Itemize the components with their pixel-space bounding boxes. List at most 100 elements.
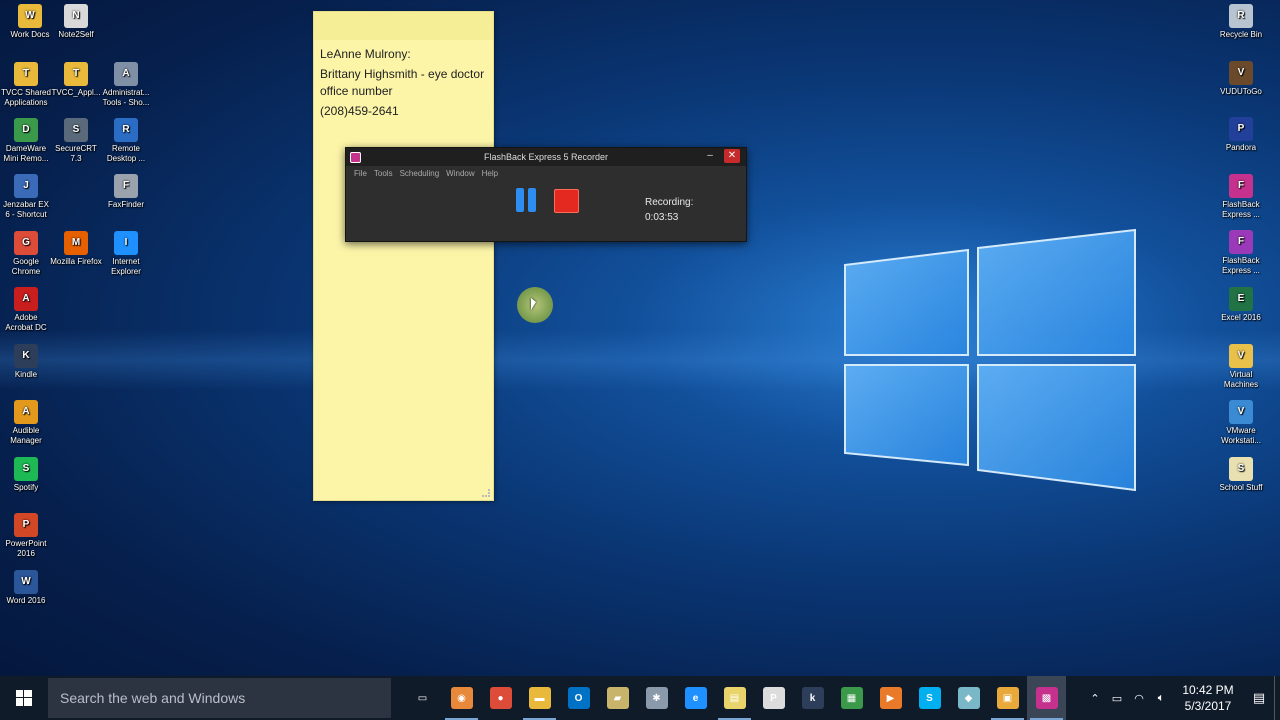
taskbar-app-button[interactable]: ▤ [715,676,754,720]
clock[interactable]: 10:42 PM 5/3/2017 [1172,682,1244,714]
desktop-icon[interactable]: P Pandora [1215,115,1267,153]
desktop-icon[interactable]: T TVCC Shared Applications [0,60,52,108]
folder-shortcut-icon: T [14,62,38,86]
folder-shortcut-icon: T [64,62,88,86]
taskbar-app-button[interactable]: ▣ [988,676,1027,720]
wifi-icon[interactable]: ◠ [1128,692,1150,705]
desktop-icon[interactable]: V VUDUToGo [1215,59,1267,97]
desktop-icon[interactable]: G Google Chrome [0,229,52,277]
desktop-icon-label: VUDUToGo [1220,87,1262,96]
minimize-button[interactable]: – [702,149,718,163]
chrome-icon: G [14,231,38,255]
chrome-taskbar-icon: ● [489,687,512,709]
desktop-icon[interactable]: T TVCC_Appl... [50,60,102,98]
taskbar-app-button[interactable]: ● [481,676,520,720]
menu-scheduling[interactable]: Scheduling [400,169,440,178]
sticky-note-line: (208)459-2641 [320,104,399,118]
desktop-icon[interactable]: A Administrat... Tools - Sho... [100,60,152,108]
taskbar-app-button[interactable]: O [559,676,598,720]
desktop-icon[interactable]: D DameWare Mini Remo... [0,116,52,164]
desktop-icon-label: Internet Explorer [111,257,141,276]
pause-button[interactable] [516,188,538,212]
desktop-icon-label: TVCC_Appl... [51,88,101,97]
desktop-icon[interactable]: A Audible Manager [0,398,52,446]
flashback-player-icon: F [1229,230,1253,254]
desktop-icon[interactable]: F FlashBack Express ... [1215,172,1267,220]
desktop-icon[interactable]: E Excel 2016 [1215,285,1267,323]
menu-tools[interactable]: Tools [374,169,393,178]
volume-icon[interactable]: 🔈︎ [1150,692,1172,705]
close-button[interactable]: ✕ [724,149,740,163]
menu-file[interactable]: File [354,169,367,178]
taskbar-app-button[interactable]: ▭ [403,676,442,720]
taskbar-app-button[interactable]: ▦ [832,676,871,720]
stop-button[interactable] [554,189,579,213]
taskbar-app-button[interactable]: ▩ [1027,676,1066,720]
fax-icon: F [114,174,138,198]
taskbar-app-button[interactable]: ✱ [637,676,676,720]
desktop-icon-label: Kindle [14,370,38,379]
taskbar-app-button[interactable]: P [754,676,793,720]
menu-window[interactable]: Window [446,169,474,178]
pandora-icon: P [1229,117,1253,141]
desktop-icon[interactable]: J Jenzabar EX 6 - Shortcut [0,172,52,220]
desktop-icon[interactable]: I Internet Explorer [100,229,152,277]
desktop-icon-label: Work Docs [10,30,50,39]
desktop-icon-label: Google Chrome [11,257,41,276]
taskbar-app-button[interactable]: ◉ [442,676,481,720]
desktop-icon-label: Audible Manager [10,426,42,445]
desktop-icon[interactable]: S SecureCRT 7.3 [50,116,102,164]
desktop-icon[interactable]: R Recycle Bin [1215,2,1267,40]
desktop-icon[interactable]: P PowerPoint 2016 [0,511,52,559]
windows-logo-wallpaper [844,228,1136,492]
taskbar-app-button[interactable]: e [676,676,715,720]
taskbar-app-button[interactable]: ▰ [598,676,637,720]
scanner-taskbar-icon: ▰ [606,687,629,709]
mouse-pointer-icon [531,298,536,310]
kindle-icon: K [14,344,38,368]
desktop-icon[interactable]: W Work Docs [4,2,56,40]
battery-icon[interactable]: ▭ [1106,692,1128,705]
menu-bar: File Tools Scheduling Window Help [346,166,746,181]
recording-status: Recording: 0:03:53 [645,195,693,225]
taskbar-app-button[interactable]: ▬ [520,676,559,720]
desktop-icon[interactable]: F FaxFinder [100,172,152,210]
desktop-icon-label: Virtual Machines [1223,370,1259,389]
desktop-icon-label: Pandora [1225,143,1257,152]
task-view-icon: ▭ [417,692,428,704]
desktop-icon[interactable]: R Remote Desktop ... [100,116,152,164]
desktop-icon[interactable]: V VMware Workstati... [1215,398,1267,446]
sticky-note[interactable]: LeAnne Mulrony: Brittany Highsmith - eye… [313,11,494,501]
firefox-icon: M [64,231,88,255]
word-icon: W [14,570,38,594]
sticky-note-header[interactable] [314,12,493,40]
taskbar-app-button[interactable]: k [793,676,832,720]
taskbar-app-button[interactable]: S [910,676,949,720]
show-hidden-icons-icon[interactable]: ⌃ [1084,692,1106,705]
taskbar-app-button[interactable]: ▶ [871,676,910,720]
file-explorer-taskbar-icon: ▬ [528,687,551,709]
show-desktop-button[interactable] [1274,676,1280,720]
desktop-icon[interactable]: M Mozilla Firefox [50,229,102,267]
menu-help[interactable]: Help [482,169,498,178]
desktop-icon[interactable]: W Word 2016 [0,568,52,606]
desktop-icon[interactable]: K Kindle [0,342,52,380]
desktop-icon[interactable]: V Virtual Machines [1215,342,1267,390]
desktop-icon[interactable]: A Adobe Acrobat DC [0,285,52,333]
search-box[interactable]: Search the web and Windows [48,678,391,718]
desktop-icon[interactable]: F FlashBack Express ... [1215,228,1267,276]
jenzabar-icon: J [14,174,38,198]
window-titlebar[interactable]: FlashBack Express 5 Recorder – ✕ [346,148,746,166]
sticky-note-text[interactable]: LeAnne Mulrony: Brittany Highsmith - eye… [320,46,490,123]
desktop-icon[interactable]: N Note2Self [50,2,102,40]
resize-grip[interactable] [482,489,490,497]
action-center-icon[interactable]: ▤ [1244,690,1274,706]
clock-time: 10:42 PM [1182,683,1234,697]
flashback-taskbar-icon: ◉ [450,687,473,709]
desktop-icon[interactable]: S Spotify [0,455,52,493]
notes-taskbar-icon: ◆ [957,687,980,709]
taskbar-app-button[interactable]: ◆ [949,676,988,720]
start-button[interactable] [0,676,48,720]
media-player-taskbar-icon: ▶ [879,687,902,709]
desktop-icon[interactable]: S School Stuff [1215,455,1267,493]
